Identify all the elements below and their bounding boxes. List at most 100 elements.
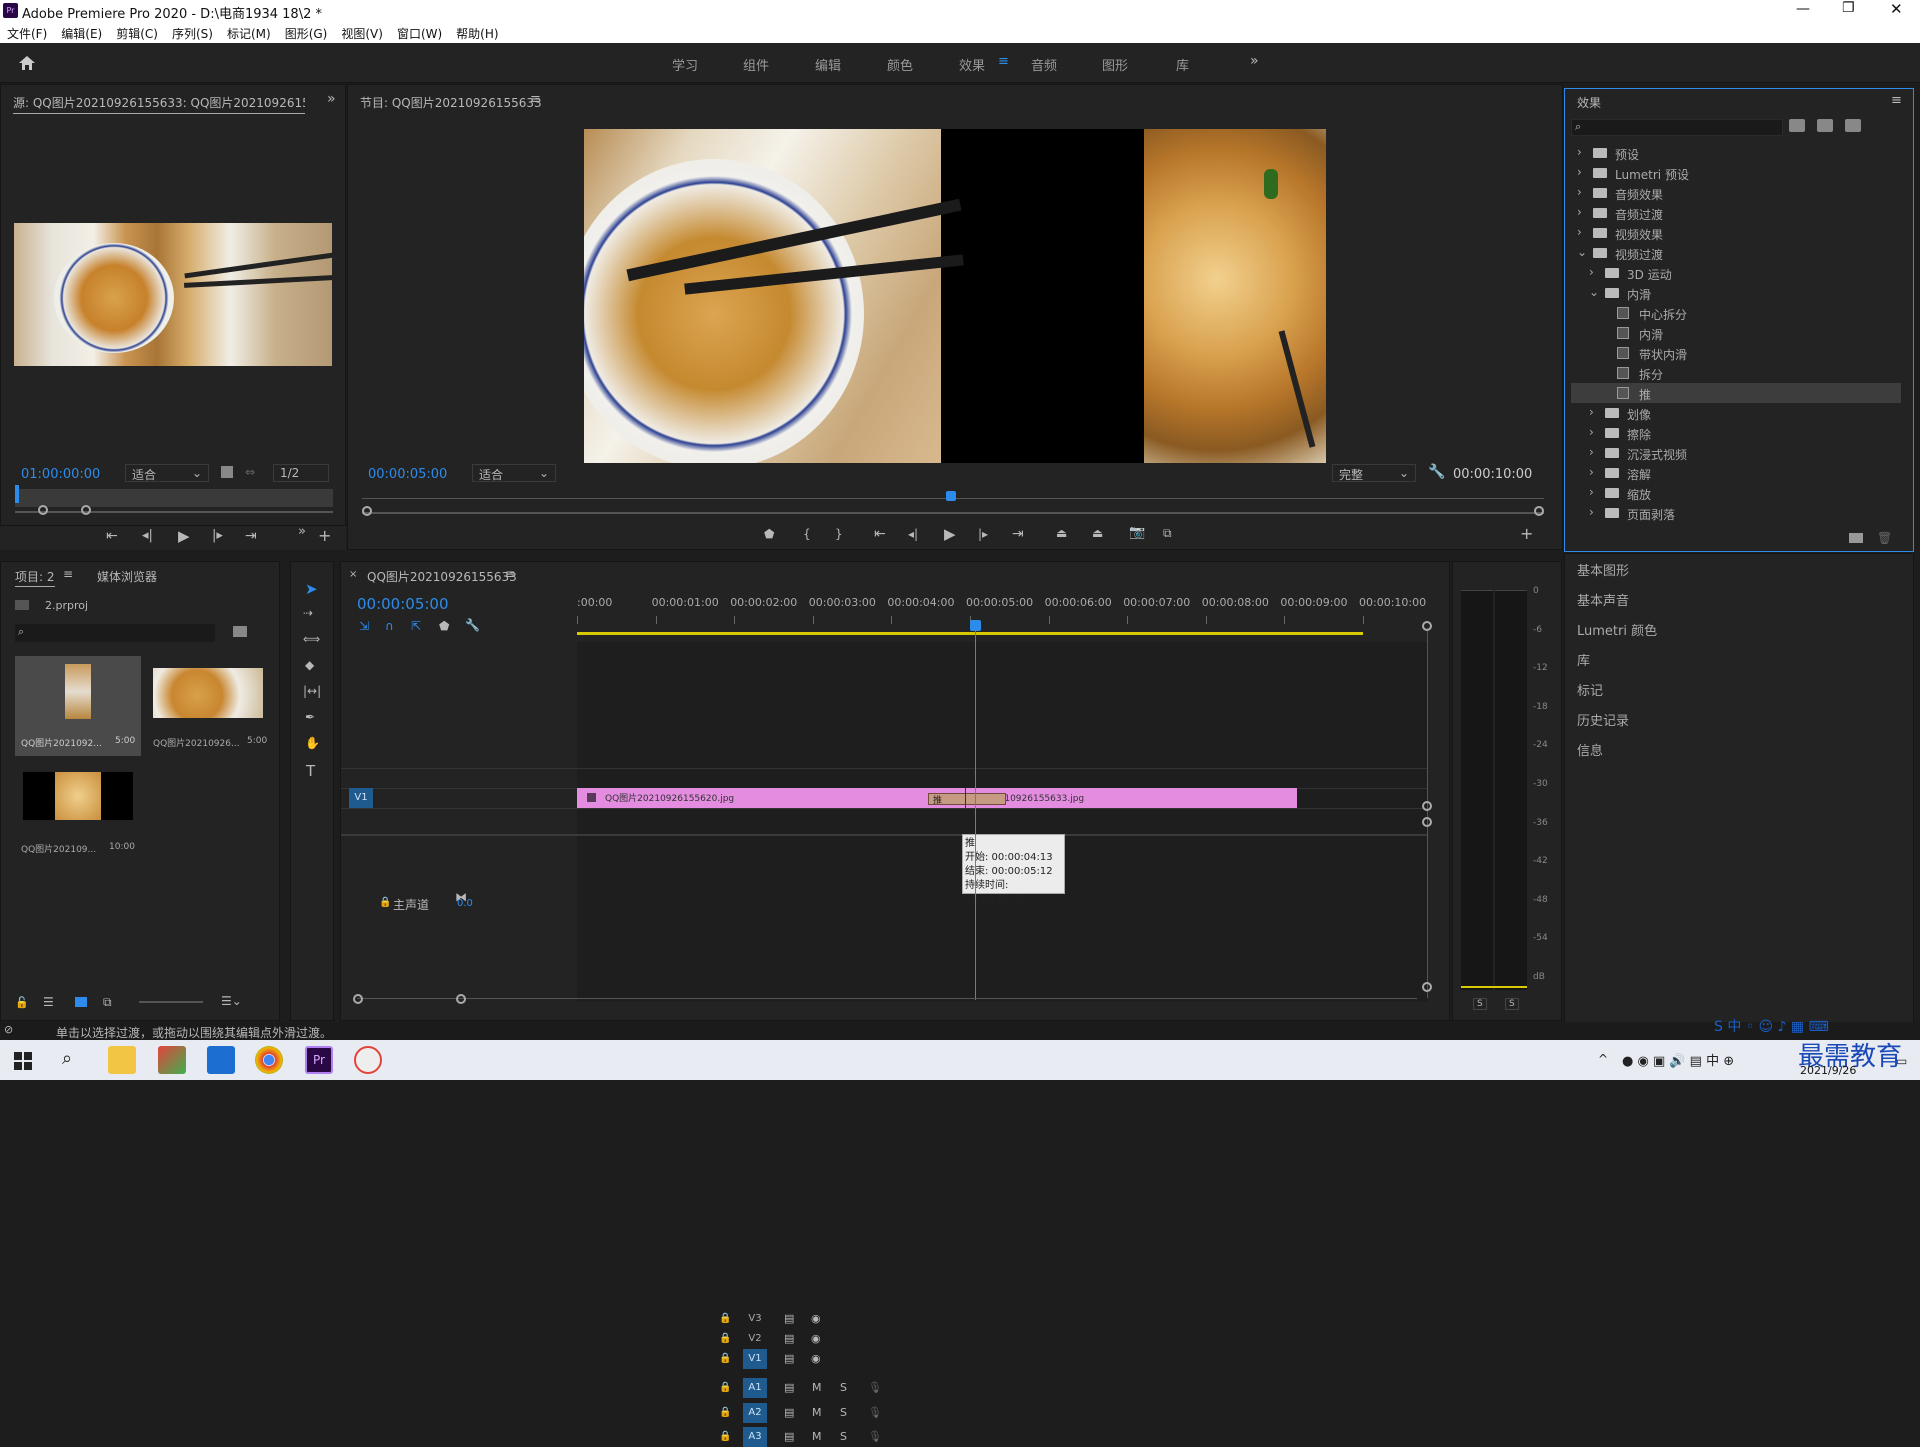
go-to-in-icon[interactable]: ⇤ (874, 526, 886, 542)
workspace-graphics[interactable]: 图形 (1102, 55, 1128, 74)
chevron-right-icon[interactable]: › (1589, 445, 1594, 459)
menu-graphics[interactable]: 图形(G) (278, 22, 335, 42)
delete-icon[interactable]: 🗑 (1877, 531, 1892, 545)
chevron-right-icon[interactable]: › (1577, 225, 1582, 239)
go-to-in-icon[interactable]: ⇤ (106, 528, 118, 544)
compare-view-icon[interactable]: ⧉ (1163, 526, 1172, 541)
effects-tree-item[interactable]: ⌄ 内滑 (1571, 283, 1901, 303)
step-back-icon[interactable]: ◂| (908, 527, 918, 541)
sync-lock-icon[interactable]: ▤ (784, 1430, 794, 1443)
track-lock-icon[interactable]: 🔒 (719, 1407, 731, 1418)
mute-button[interactable]: M (812, 1406, 822, 1419)
app-icon[interactable] (207, 1046, 235, 1074)
sync-lock-icon[interactable]: ▤ (784, 1332, 794, 1345)
track-lock-icon[interactable]: 🔒 (719, 1333, 731, 1344)
zoom-handle-left[interactable] (362, 506, 372, 516)
transition-push[interactable]: 推 (928, 793, 1006, 806)
work-area-bar[interactable] (577, 632, 1363, 635)
icon-view-icon[interactable] (75, 997, 87, 1007)
clip-v1-first[interactable]: QQ图片20210926155620.jpg (577, 788, 967, 808)
lift-icon[interactable]: ⏏ (1056, 526, 1067, 540)
source-patch-v1[interactable]: V1 (349, 788, 373, 808)
eye-icon[interactable]: ◉ (811, 1352, 821, 1365)
microphone-icon[interactable]: 🎙 (868, 1406, 882, 1419)
panel-lumetri-color[interactable]: Lumetri 颜色 (1577, 620, 1917, 648)
panel-markers[interactable]: 标记 (1577, 680, 1917, 708)
close-button[interactable]: ✕ (1890, 0, 1903, 18)
panel-essential-graphics[interactable]: 基本图形 (1577, 560, 1917, 588)
solo-button[interactable]: S (840, 1381, 847, 1394)
wrench-icon[interactable]: 🔧 (1428, 464, 1445, 480)
minimize-button[interactable]: — (1796, 1, 1810, 17)
program-quality-select[interactable]: 完整 ⌄ (1332, 464, 1416, 482)
track-target-v3[interactable]: V3 (743, 1309, 767, 1329)
program-playhead[interactable] (946, 491, 956, 501)
more-controls-icon[interactable]: » (298, 524, 306, 539)
yuv-effects-icon[interactable] (1845, 119, 1861, 132)
effects-tree-item[interactable]: 带状内滑 (1571, 343, 1901, 363)
chevron-right-icon[interactable]: › (1577, 205, 1582, 219)
zoom-handle-left[interactable] (38, 505, 48, 515)
linked-selection-icon[interactable]: ⇱ (411, 619, 421, 633)
project-item-2[interactable]: QQ图片20210926... 5:00 (147, 656, 273, 756)
zoom-handle-left[interactable] (353, 994, 363, 1004)
workspace-editing[interactable]: 编辑 (815, 55, 841, 74)
zoom-handle[interactable] (1422, 982, 1432, 992)
snap-icon[interactable]: ∩ (385, 619, 394, 633)
project-search-box[interactable]: ⌕ (15, 624, 215, 642)
timeline-settings-icon[interactable]: 🔧 (465, 618, 480, 632)
chevron-down-icon[interactable]: ⌄ (1589, 285, 1599, 299)
app-icon[interactable] (158, 1046, 186, 1074)
track-target-v2[interactable]: V2 (743, 1329, 767, 1349)
zoom-handle-right[interactable] (1534, 506, 1544, 516)
workspace-menu-icon[interactable]: ≡ (998, 54, 1009, 69)
solo-left-button[interactable]: S (1473, 998, 1487, 1010)
mark-in-icon[interactable]: { (803, 527, 811, 541)
workspace-assembly[interactable]: 组件 (743, 55, 769, 74)
track-select-tool-icon[interactable]: ⇢ (303, 606, 313, 620)
effects-tree-item[interactable]: 内滑 (1571, 323, 1901, 343)
track-lock-icon[interactable]: 🔒 (719, 1353, 731, 1364)
32bit-effects-icon[interactable] (1817, 119, 1833, 132)
track-target-a3[interactable]: A3 (743, 1427, 767, 1447)
app-icon[interactable] (354, 1046, 382, 1074)
eye-icon[interactable]: ◉ (811, 1332, 821, 1345)
panel-info[interactable]: 信息 (1577, 740, 1917, 768)
sort-icon[interactable]: ☰⌄ (221, 994, 242, 1008)
effects-tree-item[interactable]: 拆分 (1571, 363, 1901, 383)
panel-libraries[interactable]: 库 (1577, 650, 1917, 678)
menu-sequence[interactable]: 序列(S) (165, 22, 220, 42)
effects-search-input[interactable] (1588, 120, 1778, 135)
source-zoom-bar[interactable] (15, 511, 333, 513)
slip-tool-icon[interactable]: |↔| (303, 684, 321, 698)
menu-clip[interactable]: 剪辑(C) (109, 22, 165, 42)
chevron-right-icon[interactable]: › (1589, 465, 1594, 479)
project-item-3[interactable]: QQ图片202109... 10:00 (15, 762, 141, 862)
camera-icon[interactable]: 📷 (1129, 525, 1145, 540)
chevron-right-icon[interactable]: › (1589, 265, 1594, 279)
chrome-icon[interactable] (255, 1046, 283, 1074)
more-workspaces-icon[interactable]: » (1250, 53, 1259, 69)
timeline-tab[interactable]: QQ图片20210926155633 (367, 568, 517, 585)
play-icon[interactable]: ▶ (944, 525, 956, 543)
nest-icon[interactable]: ⇲ (359, 619, 369, 633)
timeline-timecode[interactable]: 00:00:05:00 (357, 595, 449, 613)
menu-view[interactable]: 视图(V) (334, 22, 390, 42)
effects-tree-item[interactable]: › 音频效果 (1571, 183, 1901, 203)
close-tab-icon[interactable]: × (349, 569, 357, 580)
freeform-view-icon[interactable]: ⧉ (103, 995, 112, 1010)
solo-button[interactable]: S (840, 1430, 847, 1443)
source-scrubber[interactable] (15, 489, 333, 507)
chevron-right-icon[interactable]: › (1577, 185, 1582, 199)
track-lock-icon[interactable]: 🔒 (719, 1382, 731, 1393)
horizontal-zoom-bar[interactable] (357, 998, 1417, 999)
zoom-handle-right[interactable] (81, 505, 91, 515)
zoom-handle[interactable] (1422, 621, 1432, 631)
program-monitor-title[interactable]: 节目: QQ图片20210926155633 (360, 94, 542, 111)
source-resolution-select[interactable]: 1/2 (273, 464, 329, 482)
find-bin-icon[interactable] (233, 626, 247, 637)
panel-menu-icon[interactable]: ≡ (505, 567, 515, 581)
effects-tree-item[interactable]: › 沉浸式视频 (1571, 443, 1901, 463)
effects-tree-item[interactable]: › 视频效果 (1571, 223, 1901, 243)
effects-tree-item[interactable]: 中心拆分 (1571, 303, 1901, 323)
